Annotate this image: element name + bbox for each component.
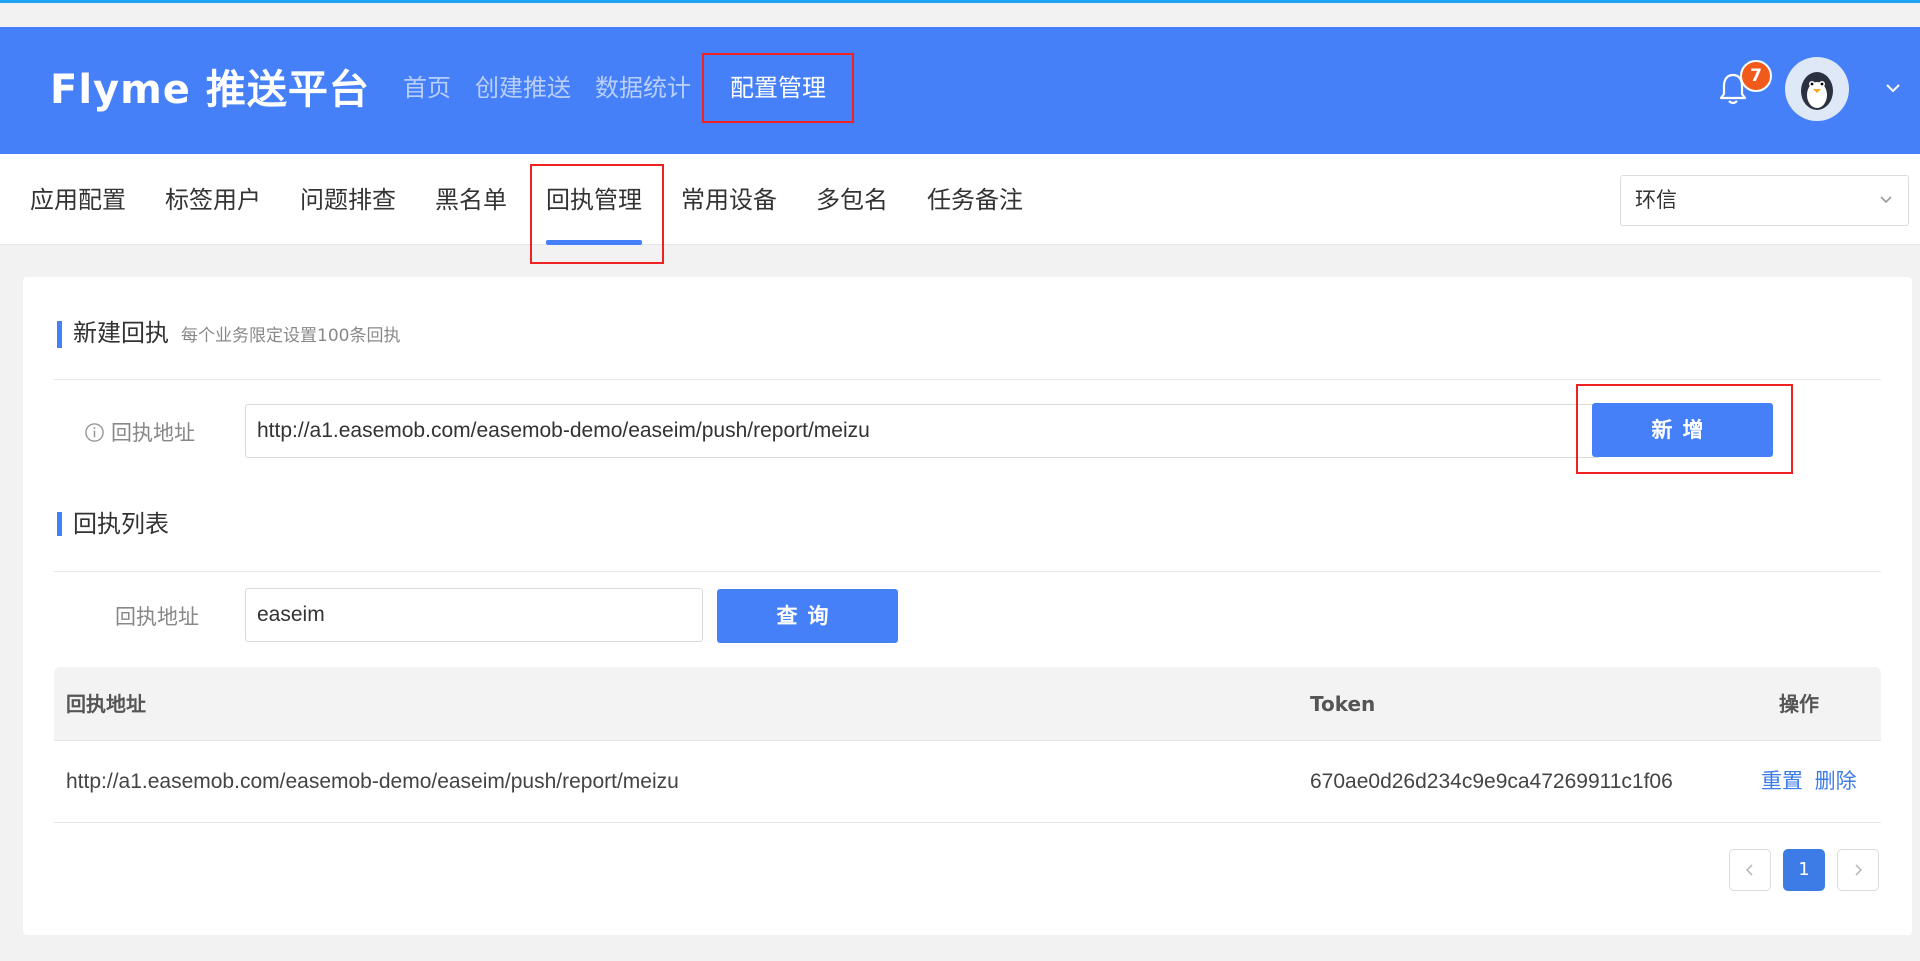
table-row: http://a1.easemob.com/easemob-demo/easei… (54, 741, 1881, 823)
divider (54, 379, 1881, 380)
next-page-button[interactable] (1837, 849, 1879, 891)
pagination: 1 (1729, 849, 1879, 891)
col-token: Token (1310, 692, 1376, 716)
chevron-right-icon (1855, 864, 1863, 876)
receipt-list-title: 回执列表 (57, 512, 169, 536)
top-header: Flyme 推送平台 首页 创建推送 数据统计 配置管理 7 (0, 27, 1920, 154)
chevron-left-icon (1745, 864, 1753, 876)
table-header: 回执地址 Token 操作 (54, 667, 1881, 741)
nav-create-push[interactable]: 创建推送 (475, 67, 571, 109)
main-card: 新建回执 每个业务限定设置100条回执 回执地址 http://a1.easemo… (23, 277, 1912, 935)
tab-multi-package[interactable]: 多包名 (816, 154, 888, 245)
top-accent-line (0, 0, 1920, 3)
tab-tag-users[interactable]: 标签用户 (165, 154, 261, 245)
add-button[interactable]: 新增 (1592, 403, 1773, 457)
nav-statistics[interactable]: 数据统计 (595, 67, 691, 109)
avatar[interactable] (1785, 57, 1849, 121)
tab-receipt-management[interactable]: 回执管理 (546, 154, 642, 245)
info-icon (85, 423, 104, 442)
logo: Flyme 推送平台 (50, 67, 370, 113)
new-receipt-title: 新建回执 每个业务限定设置100条回执 (57, 321, 400, 348)
reset-link[interactable]: 重置 (1761, 770, 1803, 793)
page-button[interactable]: 1 (1783, 849, 1825, 891)
new-receipt-hint: 每个业务限定设置100条回执 (181, 326, 401, 346)
tab-common-devices[interactable]: 常用设备 (681, 154, 777, 245)
main-nav: 首页 创建推送 数据统计 配置管理 (403, 53, 854, 123)
receipt-address-input[interactable]: http://a1.easemob.com/easemob-demo/easei… (245, 404, 1600, 458)
receipt-table: 回执地址 Token 操作 http://a1.easemob.com/ease… (54, 667, 1881, 823)
app-select[interactable]: 环信 (1620, 175, 1909, 226)
chevron-down-icon[interactable] (1884, 79, 1902, 97)
delete-link[interactable]: 删除 (1815, 770, 1857, 793)
row-token: 670ae0d26d234c9e9ca47269911c1f06 (1310, 770, 1673, 793)
notification-badge: 7 (1740, 60, 1772, 92)
nav-config-management[interactable]: 配置管理 (702, 53, 854, 123)
row-actions: 重置 删除 (1761, 741, 1857, 823)
query-button[interactable]: 查询 (717, 589, 898, 643)
tab-blacklist[interactable]: 黑名单 (435, 154, 507, 245)
row-address: http://a1.easemob.com/easemob-demo/easei… (66, 770, 679, 793)
address-label-text: 回执地址 (111, 421, 195, 445)
penguin-icon (1801, 72, 1833, 110)
divider (54, 571, 1881, 572)
config-tabs: 应用配置 标签用户 问题排查 黑名单 回执管理 常用设备 多包名 任务备注 (30, 154, 1062, 245)
col-address: 回执地址 (66, 692, 146, 716)
tab-app-config[interactable]: 应用配置 (30, 154, 126, 245)
chevron-down-icon (1880, 196, 1892, 204)
app-select-value: 环信 (1635, 188, 1677, 212)
col-actions: 操作 (1779, 692, 1819, 716)
search-input[interactable]: easeim (245, 588, 703, 642)
tab-task-notes[interactable]: 任务备注 (927, 154, 1023, 245)
sub-nav: 应用配置 标签用户 问题排查 黑名单 回执管理 常用设备 多包名 任务备注 环信 (0, 154, 1920, 264)
new-receipt-heading: 新建回执 (73, 319, 169, 347)
nav-home[interactable]: 首页 (403, 67, 451, 109)
prev-page-button[interactable] (1729, 849, 1771, 891)
search-label: 回执地址 (115, 605, 199, 629)
tab-troubleshooting[interactable]: 问题排查 (300, 154, 396, 245)
address-label: 回执地址 (84, 417, 195, 447)
